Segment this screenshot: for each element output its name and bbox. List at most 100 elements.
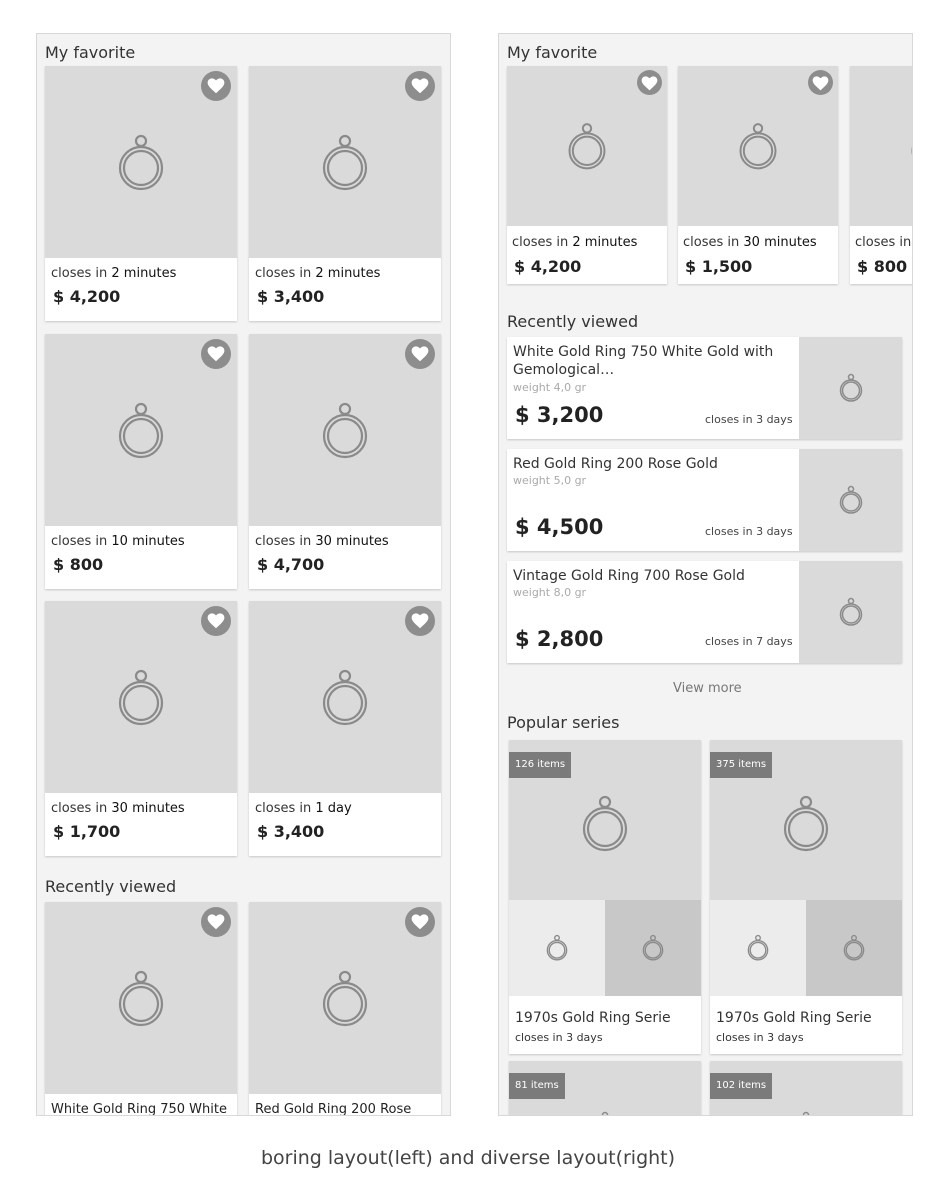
heart-icon[interactable] bbox=[201, 71, 231, 101]
favorite-card[interactable]: closes in 30 minutes $ 1,700 bbox=[45, 601, 237, 856]
heart-icon[interactable] bbox=[201, 907, 231, 937]
closing-time: closes in 3 days bbox=[705, 525, 793, 538]
ring-icon bbox=[322, 134, 368, 191]
series-closing-time: closes in 3 days bbox=[515, 1031, 603, 1044]
heart-icon[interactable] bbox=[405, 71, 435, 101]
series-card[interactable]: 126 items 1970s Gold Ring Serie closes i… bbox=[509, 740, 701, 1054]
ring-icon bbox=[546, 934, 568, 961]
item-count-badge: 102 items bbox=[710, 1073, 773, 1099]
product-image bbox=[850, 66, 912, 226]
closing-time: closes in 10 minutes bbox=[51, 534, 185, 549]
ring-icon bbox=[911, 146, 912, 156]
series-card[interactable]: 102 items bbox=[710, 1061, 902, 1115]
favorite-card[interactable]: closes in 2 minutes $ 4,200 bbox=[507, 66, 667, 284]
heart-icon[interactable] bbox=[405, 339, 435, 369]
closing-time: closes in bbox=[855, 235, 912, 250]
price: $ 4,200 bbox=[514, 257, 582, 276]
ring-icon bbox=[322, 970, 368, 1027]
closing-time: closes in 2 minutes bbox=[512, 235, 638, 250]
ring-icon bbox=[642, 934, 664, 961]
price: $ 1,700 bbox=[53, 822, 121, 841]
closing-time: closes in 30 minutes bbox=[255, 534, 389, 549]
ring-icon bbox=[118, 134, 164, 191]
closing-time: closes in 3 days bbox=[705, 413, 793, 426]
recent-list-item[interactable]: White Gold Ring 750 White Gold with Gemol… bbox=[507, 337, 902, 439]
recently-viewed-title: Recently viewed bbox=[45, 877, 177, 896]
ring-icon bbox=[839, 597, 863, 626]
favorite-card[interactable]: closes in 1 day $ 3,400 bbox=[249, 601, 441, 856]
ring-icon bbox=[601, 1111, 609, 1115]
ring-icon bbox=[322, 669, 368, 726]
recent-list-item[interactable]: Red Gold Ring 200 Rose Gold weight 5,0 g… bbox=[507, 449, 902, 551]
recent-list-item[interactable]: Vintage Gold Ring 700 Rose Gold weight 8… bbox=[507, 561, 902, 663]
closing-time: closes in 2 minutes bbox=[255, 266, 381, 281]
price: $ 4,700 bbox=[257, 555, 325, 574]
ring-icon bbox=[118, 970, 164, 1027]
price: $ 4,200 bbox=[53, 287, 121, 306]
series-name: 1970s Gold Ring Serie bbox=[515, 1010, 671, 1026]
series-card[interactable]: 375 items 1970s Gold Ring Serie closes i… bbox=[710, 740, 902, 1054]
favorite-card[interactable]: closes in 2 minutes $ 3,400 bbox=[249, 66, 441, 321]
heart-icon[interactable] bbox=[405, 907, 435, 937]
ring-icon bbox=[802, 1111, 810, 1115]
heart-icon[interactable] bbox=[405, 606, 435, 636]
favorite-card[interactable]: closes in 30 minutes $ 4,700 bbox=[249, 334, 441, 589]
series-card[interactable]: 81 items bbox=[509, 1061, 701, 1115]
series-closing-time: closes in 3 days bbox=[716, 1031, 804, 1044]
recent-card[interactable]: Red Gold Ring 200 Rose bbox=[249, 902, 441, 1116]
item-count-badge: 375 items bbox=[710, 752, 773, 778]
favorite-card[interactable]: closes in $ 800 bbox=[850, 66, 912, 284]
favorites-section-title: My favorite bbox=[45, 43, 136, 62]
product-title: White Gold Ring 750 White Gold with Gemol… bbox=[513, 344, 774, 378]
view-more-link[interactable]: View more bbox=[673, 681, 742, 696]
product-thumbnail bbox=[799, 337, 902, 439]
ring-icon bbox=[118, 669, 164, 726]
ring-icon bbox=[118, 402, 164, 459]
item-count-badge: 126 items bbox=[509, 752, 572, 778]
product-title: White Gold Ring 750 White bbox=[51, 1102, 227, 1116]
price: $ 800 bbox=[53, 555, 104, 574]
closing-time: closes in 7 days bbox=[705, 635, 793, 648]
figure-caption: boring layout(left) and diverse layout(r… bbox=[260, 1147, 676, 1169]
item-count-badge: 81 items bbox=[509, 1073, 565, 1099]
favorite-card[interactable]: closes in 2 minutes $ 4,200 bbox=[45, 66, 237, 321]
price: $ 2,800 bbox=[515, 627, 604, 651]
product-weight: weight 5,0 gr bbox=[513, 474, 587, 487]
heart-icon[interactable] bbox=[637, 70, 662, 95]
recently-viewed-title: Recently viewed bbox=[507, 312, 639, 331]
series-thumb bbox=[806, 900, 902, 996]
favorite-card[interactable]: closes in 30 minutes $ 1,500 bbox=[678, 66, 838, 284]
ring-icon bbox=[783, 795, 829, 852]
closing-time: closes in 2 minutes bbox=[51, 266, 177, 281]
heart-icon[interactable] bbox=[808, 70, 833, 95]
price: $ 800 bbox=[857, 257, 908, 276]
closing-time: closes in 1 day bbox=[255, 801, 352, 816]
diverse-layout-panel: My favorite closes in 2 minutes $ 4,200 … bbox=[498, 33, 913, 1116]
series-thumb bbox=[710, 900, 806, 996]
recent-card[interactable]: White Gold Ring 750 White bbox=[45, 902, 237, 1116]
ring-icon bbox=[747, 934, 769, 961]
ring-icon bbox=[839, 485, 863, 514]
closing-time: closes in 30 minutes bbox=[51, 801, 185, 816]
product-title: Red Gold Ring 200 Rose Gold bbox=[513, 456, 718, 472]
boring-layout-panel: My favorite closes in 2 minutes $ 4,200 … bbox=[36, 33, 451, 1116]
price: $ 3,200 bbox=[515, 403, 604, 427]
product-thumbnail bbox=[799, 449, 902, 551]
price: $ 1,500 bbox=[685, 257, 753, 276]
ring-icon bbox=[739, 123, 777, 170]
heart-icon[interactable] bbox=[201, 339, 231, 369]
product-thumbnail bbox=[799, 561, 902, 663]
favorite-card[interactable]: closes in 10 minutes $ 800 bbox=[45, 334, 237, 589]
ring-icon bbox=[839, 373, 863, 402]
series-thumb bbox=[509, 900, 605, 996]
heart-icon[interactable] bbox=[201, 606, 231, 636]
series-name: 1970s Gold Ring Serie bbox=[716, 1010, 872, 1026]
ring-icon bbox=[568, 123, 606, 170]
closing-time: closes in 30 minutes bbox=[683, 235, 817, 250]
ring-icon bbox=[843, 934, 865, 961]
ring-icon bbox=[322, 402, 368, 459]
product-title: Red Gold Ring 200 Rose bbox=[255, 1102, 412, 1116]
favorites-section-title: My favorite bbox=[507, 43, 598, 62]
price: $ 3,400 bbox=[257, 287, 325, 306]
price: $ 3,400 bbox=[257, 822, 325, 841]
